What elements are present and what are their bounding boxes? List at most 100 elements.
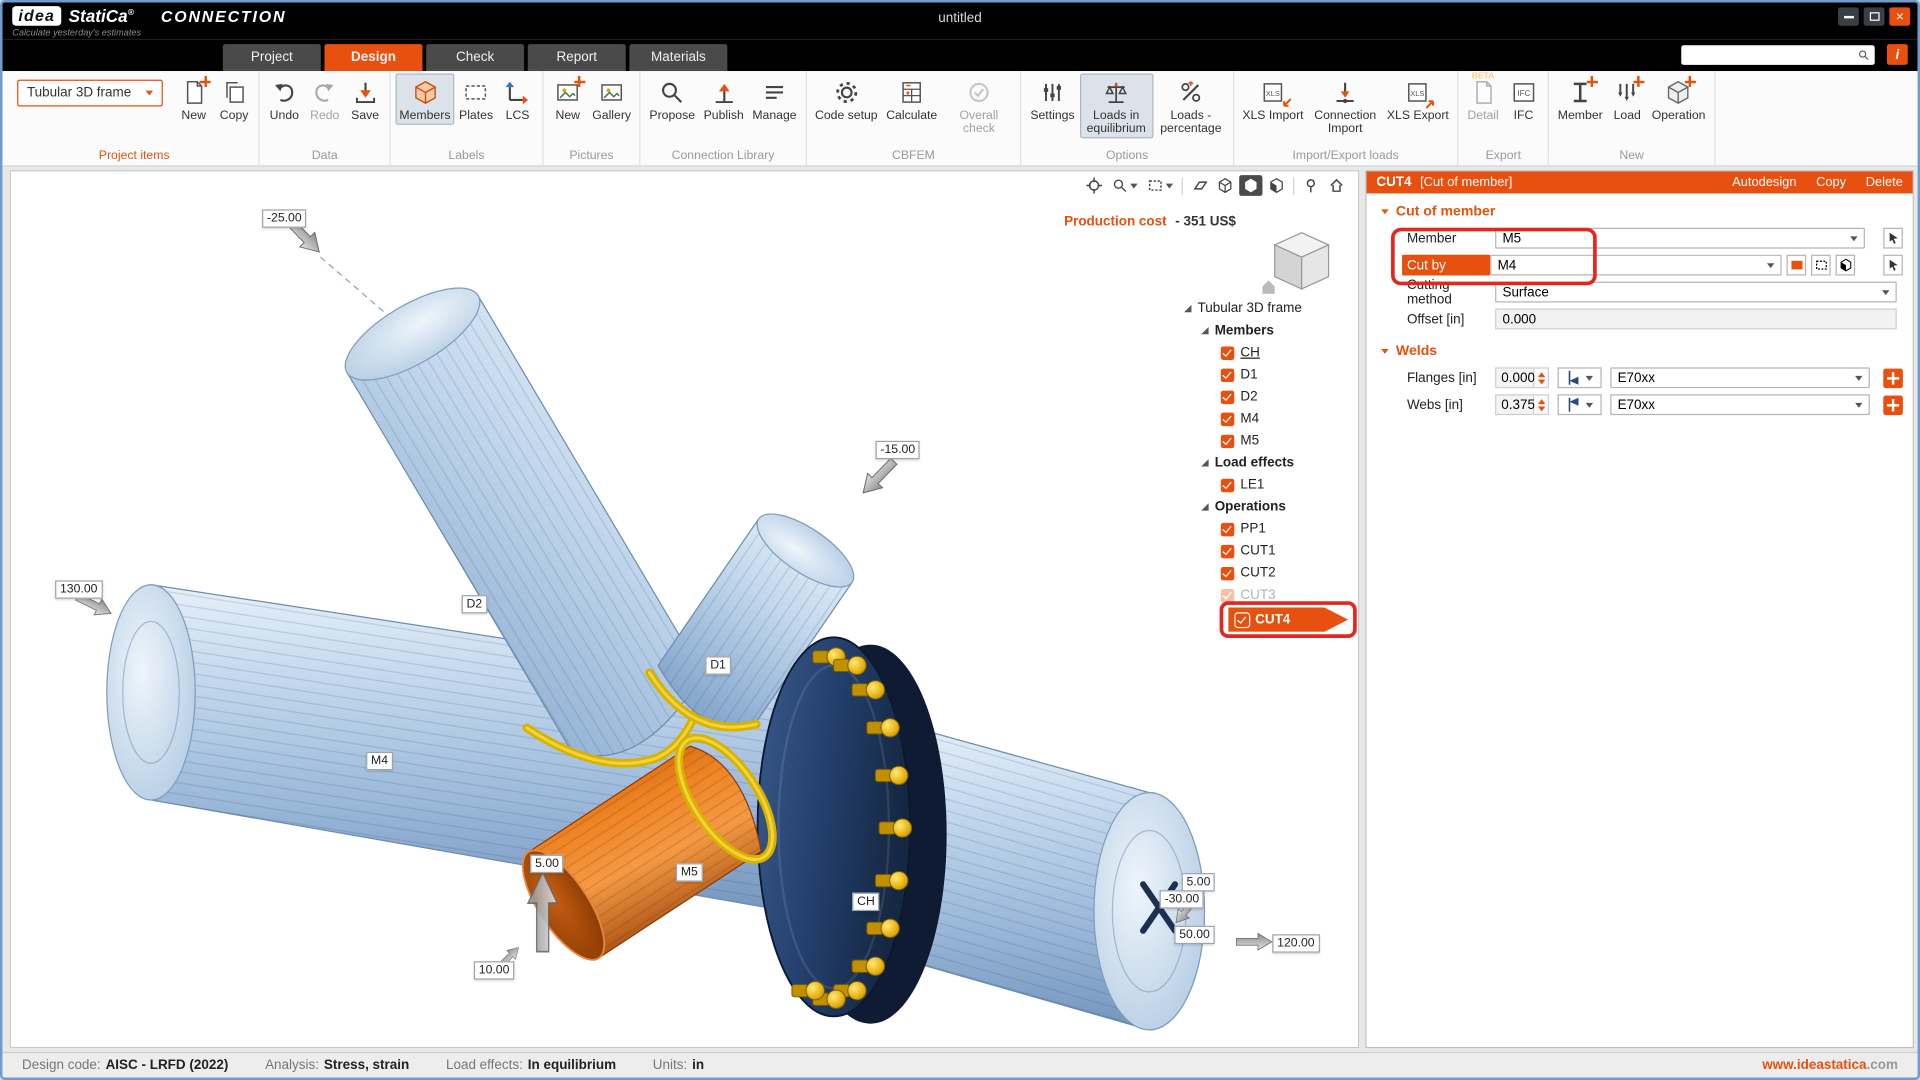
propose-button[interactable]: Propose: [646, 73, 699, 124]
cut-by-picker-button[interactable]: [1883, 255, 1903, 276]
cut-detail-button[interactable]: [1811, 255, 1831, 276]
checkbox-checked[interactable]: [1221, 346, 1234, 359]
3d-viewport[interactable]: Production cost - 351 US$ M4 D2 D1 M5 CH…: [10, 170, 1359, 1048]
pin-icon[interactable]: [1299, 175, 1322, 196]
tab-project[interactable]: Project: [223, 44, 321, 71]
settings-button[interactable]: Settings: [1027, 73, 1079, 124]
copy-project-item-button[interactable]: Copy: [215, 73, 254, 124]
loads-percentage-toggle[interactable]: Loads - percentage: [1154, 73, 1227, 138]
tree-group-load-effects[interactable]: Load effects: [1184, 452, 1355, 474]
3d-scene[interactable]: [11, 171, 1358, 1047]
member-label-m5[interactable]: M5: [676, 863, 703, 881]
tree-item-cut4-selected[interactable]: CUT4: [1228, 607, 1348, 631]
tree-item-ch[interactable]: CH: [1184, 342, 1355, 364]
detail-export-button[interactable]: BETA Detail: [1464, 73, 1503, 124]
tree-root[interactable]: Tubular 3D frame: [1184, 298, 1355, 320]
tree-item-cut3[interactable]: CUT3: [1184, 584, 1355, 606]
undo-button[interactable]: Undo: [265, 73, 304, 124]
members-labels-toggle[interactable]: Members: [396, 73, 454, 124]
cube-faces-icon[interactable]: [1265, 175, 1288, 196]
webs-weld-type-dropdown[interactable]: [1558, 394, 1602, 415]
flanges-electrode-dropdown[interactable]: E70xx: [1610, 367, 1870, 388]
new-picture-button[interactable]: New: [548, 73, 587, 124]
autodesign-button[interactable]: Autodesign: [1732, 175, 1796, 190]
checkbox-checked[interactable]: [1221, 566, 1234, 579]
tree-item-m5[interactable]: M5: [1184, 430, 1355, 452]
new-member-button[interactable]: Member: [1554, 73, 1606, 124]
new-operation-button[interactable]: Operation: [1648, 73, 1709, 124]
checkbox-checked[interactable]: [1221, 544, 1234, 557]
loads-in-equilibrium-toggle[interactable]: Loads in equilibrium: [1079, 73, 1152, 138]
checkbox-checked[interactable]: [1221, 522, 1234, 535]
tab-check[interactable]: Check: [426, 44, 524, 71]
search-input[interactable]: [1686, 46, 1857, 63]
member-dropdown[interactable]: M5: [1495, 228, 1865, 249]
tree-item-le1[interactable]: LE1: [1184, 474, 1355, 496]
ifc-export-button[interactable]: IFC: [1504, 73, 1543, 124]
connection-import-button[interactable]: Connection Import: [1308, 73, 1381, 138]
cutting-method-dropdown[interactable]: Surface: [1495, 282, 1897, 303]
plates-labels-toggle[interactable]: Plates: [455, 73, 496, 124]
minimize-button[interactable]: [1838, 7, 1859, 25]
rect-select-icon[interactable]: [1144, 175, 1177, 196]
zoom-icon[interactable]: [1108, 175, 1141, 196]
tree-group-operations[interactable]: Operations: [1184, 496, 1355, 518]
webs-electrode-dropdown[interactable]: E70xx: [1610, 394, 1870, 415]
code-setup-button[interactable]: Code setup: [811, 73, 881, 124]
tree-item-d2[interactable]: D2: [1184, 386, 1355, 408]
frame-type-dropdown[interactable]: Tubular 3D frame: [17, 80, 163, 107]
flanges-weld-type-dropdown[interactable]: [1558, 367, 1602, 388]
close-button[interactable]: ×: [1889, 7, 1910, 25]
info-button[interactable]: i: [1887, 44, 1908, 65]
home-icon[interactable]: [1325, 175, 1348, 196]
publish-button[interactable]: Publish: [700, 73, 748, 124]
expander-icon[interactable]: [1201, 503, 1208, 510]
tree-item-m4[interactable]: M4: [1184, 408, 1355, 430]
cut-preview-button[interactable]: [1787, 255, 1807, 276]
member-label-m4[interactable]: M4: [366, 752, 393, 770]
view-cube[interactable]: [1260, 228, 1341, 297]
expander-icon[interactable]: [1201, 327, 1208, 334]
member-label-d1[interactable]: D1: [705, 656, 730, 674]
checkbox-checked[interactable]: [1221, 434, 1234, 447]
tab-design[interactable]: Design: [324, 44, 422, 71]
plane-icon[interactable]: [1188, 175, 1211, 196]
member-picker-button[interactable]: [1883, 228, 1903, 249]
maximize-button[interactable]: [1864, 7, 1885, 25]
tree-item-pp1[interactable]: PP1: [1184, 518, 1355, 540]
member-label-d2[interactable]: D2: [462, 595, 487, 613]
lcs-labels-toggle[interactable]: LCS: [498, 73, 537, 124]
add-flange-weld-button[interactable]: [1883, 368, 1903, 388]
tree-item-cut2[interactable]: CUT2: [1184, 562, 1355, 584]
calculate-button[interactable]: Calculate: [883, 73, 941, 124]
xls-import-button[interactable]: XLS Import: [1239, 73, 1308, 124]
cut-by-dropdown[interactable]: M4: [1490, 255, 1781, 276]
cut-grid-button[interactable]: [1836, 255, 1856, 276]
expander-icon[interactable]: [1184, 305, 1191, 312]
expander-icon[interactable]: [1201, 459, 1208, 466]
target-icon[interactable]: [1082, 175, 1105, 196]
webs-spinner[interactable]: [1534, 394, 1549, 415]
cube-wire-icon[interactable]: [1213, 175, 1236, 196]
tree-group-members[interactable]: Members: [1184, 320, 1355, 342]
flanges-spinner[interactable]: [1534, 367, 1549, 388]
delete-operation-button[interactable]: Delete: [1866, 175, 1903, 190]
section-cut-of-member[interactable]: Cut of member: [1367, 193, 1913, 225]
manage-button[interactable]: Manage: [749, 73, 801, 124]
checkbox-checked[interactable]: [1221, 368, 1234, 381]
add-web-weld-button[interactable]: [1883, 395, 1903, 415]
website-link[interactable]: www.ideastatica.com: [1762, 1058, 1898, 1073]
copy-operation-button[interactable]: Copy: [1816, 175, 1846, 190]
checkbox-checked[interactable]: [1221, 390, 1234, 403]
save-button[interactable]: Save: [346, 73, 385, 124]
overall-check-button[interactable]: Overall check: [942, 73, 1015, 138]
checkbox-checked[interactable]: [1236, 613, 1249, 626]
redo-button[interactable]: Redo: [305, 73, 344, 124]
gallery-button[interactable]: Gallery: [589, 73, 635, 124]
xls-export-button[interactable]: XLS Export: [1383, 73, 1452, 124]
checkbox-checked[interactable]: [1221, 412, 1234, 425]
flanges-size-input[interactable]: 0.000: [1495, 367, 1534, 388]
search-box[interactable]: [1681, 45, 1874, 65]
new-project-item-button[interactable]: New: [174, 73, 213, 124]
new-load-button[interactable]: Load: [1608, 73, 1647, 124]
